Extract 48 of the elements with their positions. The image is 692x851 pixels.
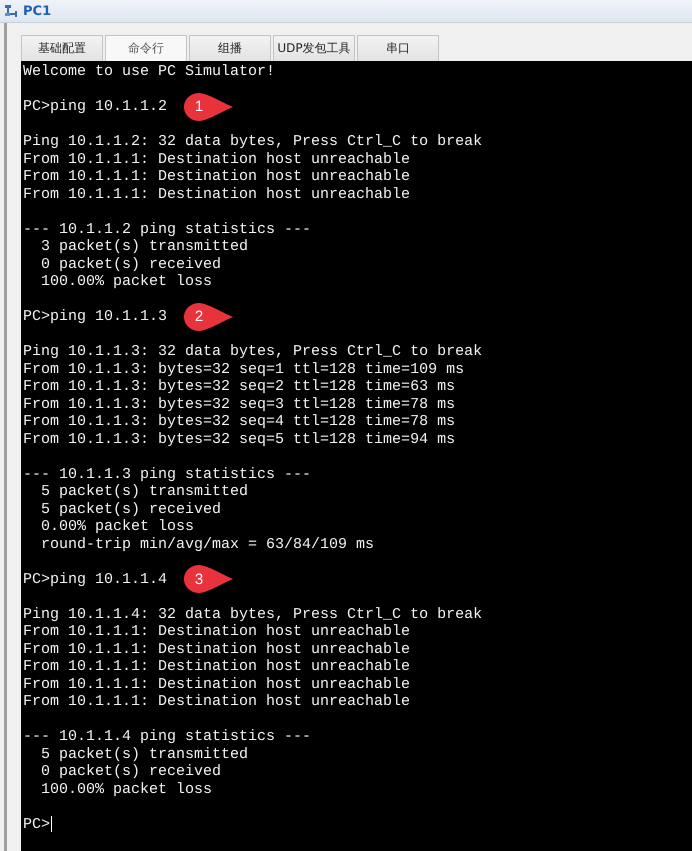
terminal-line: Ping 10.1.1.4: 32 data bytes, Press Ctrl_C to break	[23, 606, 482, 623]
terminal-line: PC>ping 10.1.1.2	[23, 98, 168, 116]
callout-number: 1	[194, 98, 204, 116]
callout-number: 3	[194, 570, 204, 588]
window-title: PC1	[23, 4, 52, 18]
terminal-line: Ping 10.1.1.3: 32 data bytes, Press Ctrl_C to break	[23, 343, 482, 360]
tab[interactable]: 串口	[357, 35, 439, 61]
tab[interactable]: 组播	[189, 35, 271, 61]
terminal-line: PC>ping 10.1.1.4	[23, 570, 168, 588]
tab[interactable]: UDP发包工具	[273, 35, 355, 61]
terminal-line: --- 10.1.1.3 ping statistics ---	[23, 466, 312, 483]
tab[interactable]: 命令行	[105, 35, 187, 61]
terminal-line: --- 10.1.1.2 ping statistics ---	[23, 220, 312, 238]
terminal-line: From 10.1.1.1: Destination host unreachable	[23, 693, 410, 710]
terminal-line: From 10.1.1.3: bytes=32 seq=4 ttl=128 time=78 ms	[23, 413, 456, 430]
callout-marker	[181, 92, 236, 122]
terminal-line: From 10.1.1.1: Destination host unreachable	[23, 186, 410, 203]
terminal-line: 5 packet(s) transmitted	[40, 483, 248, 500]
terminal-line: From 10.1.1.1: Destination host unreachable	[23, 150, 410, 168]
terminal-line: From 10.1.1.1: Destination host unreachable	[23, 623, 410, 640]
terminal-line: Welcome to use PC Simulator!	[23, 63, 276, 80]
terminal-line: From 10.1.1.3: bytes=32 seq=1 ttl=128 time=109 ms	[23, 360, 464, 378]
terminal-line: 3 packet(s) transmitted	[40, 238, 248, 256]
text-cursor	[51, 816, 52, 832]
terminal-line: From 10.1.1.1: Destination host unreachable	[23, 676, 410, 693]
terminal-line: --- 10.1.1.4 ping statistics ---	[23, 728, 312, 746]
terminal-line: round-trip min/avg/max = 63/84/109 ms	[40, 536, 374, 553]
network-icon	[4, 3, 20, 19]
terminal-line: PC>ping 10.1.1.3	[23, 308, 168, 326]
callout-marker	[181, 564, 236, 594]
terminal-line: Ping 10.1.1.2: 32 data bytes, Press Ctrl_C to break	[23, 133, 482, 150]
terminal-line: From 10.1.1.3: bytes=32 seq=5 ttl=128 time=94 ms	[23, 430, 456, 448]
callout-marker	[181, 302, 236, 332]
terminal-line: 100.00% packet loss	[40, 780, 212, 798]
terminal-line: 100.00% packet loss	[40, 273, 212, 290]
terminal-line: 0 packet(s) received	[40, 256, 222, 273]
terminal-line: 5 packet(s) transmitted	[40, 746, 248, 763]
terminal-line: From 10.1.1.3: bytes=32 seq=3 ttl=128 time=78 ms	[23, 396, 456, 413]
prompt: PC>	[23, 816, 50, 833]
terminal-line: 0.00% packet loss	[40, 518, 194, 536]
tab[interactable]: 基础配置	[21, 35, 103, 61]
terminal-line: 5 packet(s) received	[40, 500, 222, 518]
terminal-line: From 10.1.1.1: Destination host unreachable	[23, 658, 410, 676]
terminal-line: From 10.1.1.1: Destination host unreachable	[23, 168, 410, 186]
terminal-line: 0 packet(s) received	[40, 763, 222, 780]
terminal-line: From 10.1.1.1: Destination host unreachable	[23, 640, 410, 658]
terminal-line: From 10.1.1.3: bytes=32 seq=2 ttl=128 time=63 ms	[23, 378, 456, 396]
callout-number: 2	[194, 308, 204, 326]
